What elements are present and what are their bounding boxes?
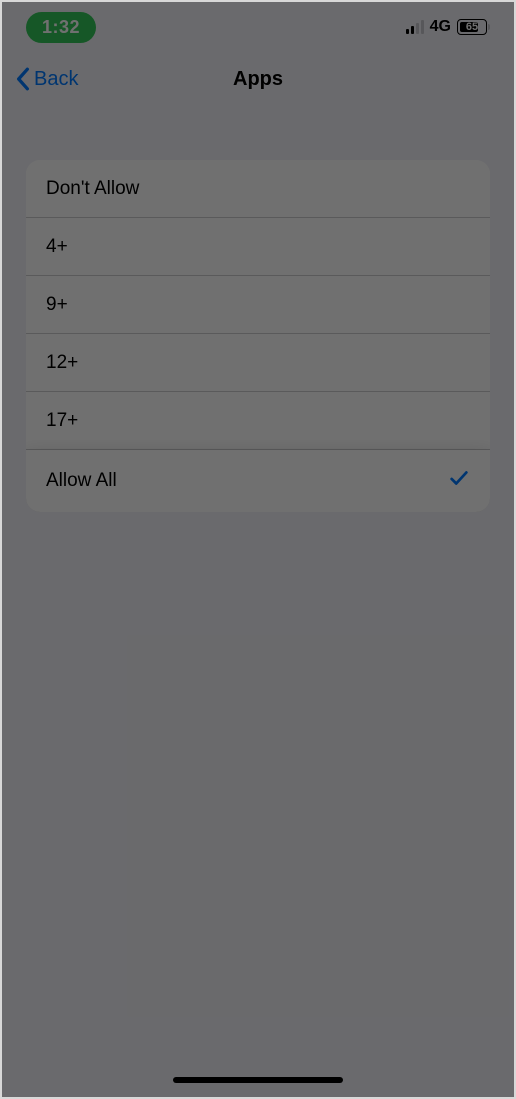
restriction-list: Don't Allow 4+ 9+ 12+ 17+ Allow All: [26, 160, 490, 512]
option-label: Allow All: [46, 470, 117, 492]
option-9-plus[interactable]: 9+: [26, 276, 490, 334]
checkmark-icon: [448, 467, 470, 495]
option-label: 12+: [46, 352, 78, 374]
option-17-plus[interactable]: 17+: [26, 392, 490, 450]
content-area: Don't Allow 4+ 9+ 12+ 17+ Allow All: [2, 106, 514, 512]
option-label: 9+: [46, 294, 68, 316]
back-label: Back: [34, 68, 78, 91]
status-bar: 1:32 4G 65: [2, 2, 514, 52]
device-frame: 1:32 4G 65: [0, 0, 516, 1099]
status-time-pill[interactable]: 1:32: [26, 12, 96, 43]
status-right: 4G 65: [406, 18, 490, 36]
nav-bar: Back Apps: [2, 52, 514, 106]
option-dont-allow[interactable]: Don't Allow: [26, 160, 490, 218]
network-label: 4G: [430, 18, 451, 36]
option-label: Don't Allow: [46, 178, 139, 200]
status-time: 1:32: [42, 17, 80, 37]
option-allow-all[interactable]: Allow All: [26, 450, 490, 512]
option-4-plus[interactable]: 4+: [26, 218, 490, 276]
home-indicator[interactable]: [173, 1077, 343, 1083]
battery-text: 65: [466, 21, 478, 33]
battery-icon: 65: [457, 19, 490, 35]
back-button[interactable]: Back: [2, 67, 78, 91]
page-title: Apps: [2, 68, 514, 91]
option-label: 17+: [46, 410, 78, 432]
option-label: 4+: [46, 236, 68, 258]
signal-icon: [406, 20, 424, 34]
screen: 1:32 4G 65: [2, 2, 514, 1097]
option-12-plus[interactable]: 12+: [26, 334, 490, 392]
chevron-left-icon: [16, 67, 30, 91]
